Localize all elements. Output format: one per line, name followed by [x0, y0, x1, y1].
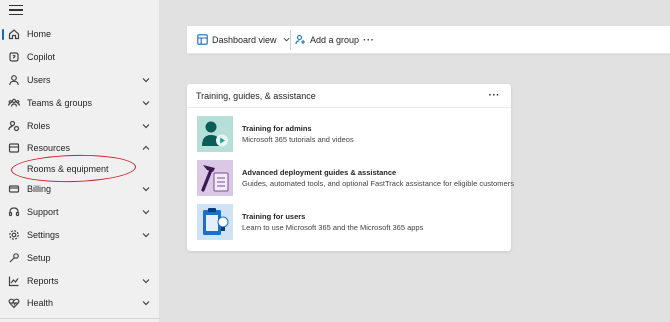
hamburger-menu-icon[interactable] [9, 5, 23, 17]
chevron-down-icon[interactable] [142, 122, 150, 130]
nav-label: Users [27, 75, 51, 85]
nav-item-settings[interactable]: Settings [0, 224, 160, 246]
item-description: Learn to use Microsoft 365 and the Micro… [242, 223, 424, 232]
add-group-button[interactable]: Add a group [295, 26, 359, 54]
nav-item-teams-groups[interactable]: Teams & groups [0, 92, 160, 114]
dashboard-toolbar: Dashboard view Add a group ··· [187, 26, 670, 54]
chart-icon [8, 275, 20, 287]
training-admins-item[interactable]: Training for admins Microsoft 365 tutori… [197, 116, 497, 152]
clipboard-lightbulb-icon [197, 204, 233, 240]
admin-training-icon [197, 116, 233, 152]
item-title: Advanced deployment guides & assistance [242, 168, 397, 177]
nav-item-setup[interactable]: Setup [0, 247, 160, 269]
card-divider [187, 107, 511, 108]
person-add-icon [295, 34, 306, 47]
nav-item-home[interactable]: Home [0, 23, 160, 45]
nav-label: Settings [27, 230, 60, 240]
nav-label: Roles [27, 121, 51, 131]
nav-item-billing[interactable]: Billing [0, 178, 160, 200]
nav-item-roles[interactable]: Roles [0, 115, 160, 137]
item-title: Training for users [242, 212, 306, 221]
hammer-checklist-icon [197, 160, 233, 196]
add-group-label: Add a group [310, 35, 360, 45]
resources-icon [8, 142, 20, 154]
toolbar-more-button[interactable]: ··· [363, 26, 375, 54]
chevron-down-icon[interactable] [142, 299, 150, 307]
chevron-down-icon[interactable] [142, 231, 150, 239]
nav-label: Health [27, 298, 54, 308]
dashboard-view-label: Dashboard view [212, 35, 277, 45]
chevron-down-icon[interactable] [142, 76, 150, 84]
nav-label: Home [27, 29, 52, 39]
copilot-icon [8, 51, 20, 63]
active-indicator [2, 29, 4, 40]
chevron-down-icon[interactable] [142, 208, 150, 216]
heart-pulse-icon [8, 297, 20, 309]
chevron-down-icon[interactable] [142, 185, 150, 193]
billing-icon [8, 183, 20, 195]
chevron-down-icon[interactable] [142, 277, 150, 285]
nav-item-users[interactable]: Users [0, 69, 160, 91]
nav-label: Teams & groups [27, 98, 93, 108]
deployment-guides-item[interactable]: Advanced deployment guides & assistance … [197, 160, 514, 196]
dashboard-view-button[interactable]: Dashboard view [197, 26, 290, 54]
item-title: Training for admins [242, 124, 312, 133]
chevron-up-icon[interactable] [142, 144, 150, 152]
training-users-item[interactable]: Training for users Learn to use Microsof… [197, 204, 497, 240]
chevron-down-icon[interactable] [142, 99, 150, 107]
card-more-button[interactable]: ··· [489, 90, 501, 101]
nav-label: Copilot [27, 52, 56, 62]
training-card: Training, guides, & assistance ··· Train… [187, 84, 514, 251]
dashboard-grid-icon [197, 33, 208, 47]
wrench-icon [8, 252, 20, 264]
nav-label: Reports [27, 276, 59, 286]
nav-label: Billing [27, 184, 52, 194]
roles-icon [8, 120, 20, 132]
headset-icon [8, 206, 20, 218]
gear-icon [8, 229, 20, 241]
nav-label: Setup [27, 253, 51, 263]
card-title: Training, guides, & assistance [196, 91, 316, 101]
person-icon [8, 74, 20, 86]
left-nav: Home Copilot Users Teams & groups Roles … [0, 0, 160, 322]
nav-divider [0, 318, 160, 319]
nav-label: Support [27, 207, 59, 217]
chevron-down-icon [283, 35, 290, 45]
item-description: Guides, automated tools, and optional Fa… [242, 179, 514, 188]
nav-item-health[interactable]: Health [0, 292, 160, 314]
nav-item-reports[interactable]: Reports [0, 270, 160, 292]
toolbar-divider [290, 30, 291, 50]
nav-item-copilot[interactable]: Copilot [0, 46, 160, 68]
item-description: Microsoft 365 tutorials and videos [242, 135, 354, 144]
home-icon [8, 28, 20, 40]
nav-label: Resources [27, 143, 71, 153]
nav-item-support[interactable]: Support [0, 201, 160, 223]
people-team-icon [8, 97, 20, 109]
